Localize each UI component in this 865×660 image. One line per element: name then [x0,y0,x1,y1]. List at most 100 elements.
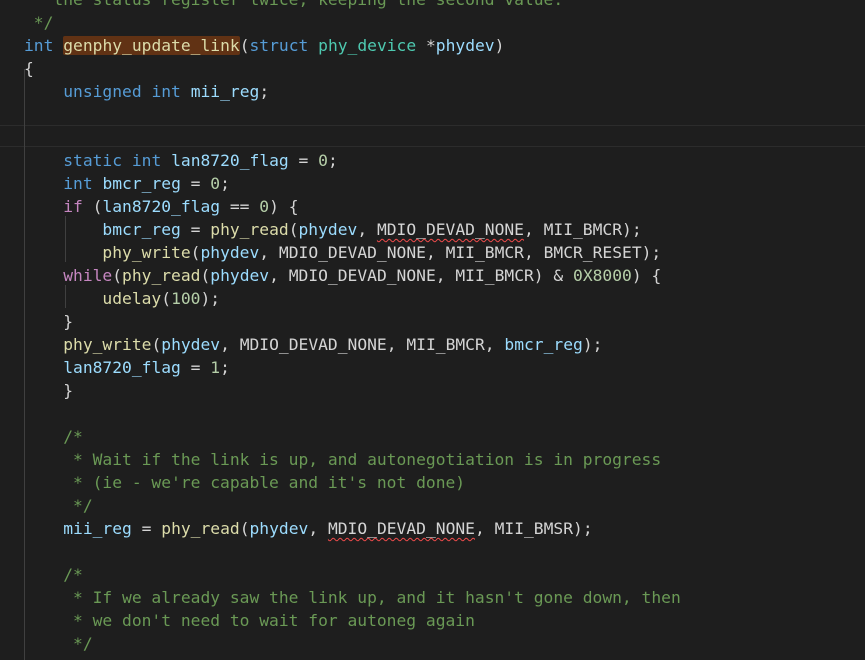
code-line[interactable]: bmcr_reg = phy_read(phydev, MDIO_DEVAD_N… [24,218,641,241]
code-line[interactable]: */ [24,11,54,34]
code-token: == [220,197,260,216]
code-token: * Wait if the link is up, and autonegoti… [24,450,662,469]
code-token: ); [641,243,662,262]
code-token: * If we already saw the link up, and it … [24,588,681,607]
code-token: , [484,335,505,354]
code-token: ( [239,519,250,538]
code-token: MII_BMSR [494,519,574,538]
code-line[interactable]: { [24,57,34,80]
code-line[interactable]: while(phy_read(phydev, MDIO_DEVAD_NONE, … [24,264,661,287]
code-token: int [151,82,181,101]
code-token: ; [259,82,270,101]
code-token: ( [112,266,123,285]
code-token: , [259,243,279,262]
code-token: static [63,151,123,170]
code-line[interactable]: the status register twice, keeping the s… [24,0,563,11]
code-line[interactable]: phy_write(phydev, MDIO_DEVAD_NONE, MII_B… [24,241,661,264]
code-token: = [180,358,211,377]
code-token: * (ie - we're capable and it's not done) [24,473,466,492]
code-token: udelay [102,289,162,308]
code-line[interactable]: /* [24,425,83,448]
code-token: MII_BMCR [406,335,485,354]
code-token: 1 [210,358,221,377]
code-token: phy_write [102,243,191,262]
code-token: */ [24,13,54,32]
code-line[interactable]: * Wait if the link is up, and autonegoti… [24,448,661,471]
code-token: bmcr_reg [102,220,181,239]
code-line[interactable]: * If we already saw the link up, and it … [24,586,681,609]
code-line[interactable]: * we don't need to wait for autoneg agai… [24,609,475,632]
code-line[interactable]: udelay(100); [24,287,220,310]
code-token: phydev [435,36,495,55]
code-token: , [357,220,377,239]
code-line[interactable]: int bmcr_reg = 0; [24,172,230,195]
code-token: ) { [631,266,662,285]
code-token: int [24,36,54,55]
code-token: ; [220,174,230,193]
code-line[interactable]: int genphy_update_link(struct phy_device… [24,34,504,57]
code-line[interactable]: } [24,310,73,333]
code-token: 0 [210,174,221,193]
code-token: } [24,381,74,400]
code-line[interactable]: if (phydev->link && mii_reg & BMSR_LSTAT… [24,655,485,660]
code-line[interactable]: */ [24,632,93,655]
code-token: , [523,243,544,262]
code-token: ); [200,289,221,308]
current-line-highlight [0,125,865,147]
code-line[interactable]: phy_write(phydev, MDIO_DEVAD_NONE, MII_B… [24,333,602,356]
code-token: MII_BMCR [445,243,524,262]
code-line[interactable]: lan8720_flag = 1; [24,356,230,379]
code-token: MII_BMCR [543,220,623,239]
code-token: 100 [171,289,201,308]
error-squiggle-token: MDIO_DEVAD_NONE [376,220,524,239]
code-token: , [523,220,544,239]
code-line[interactable]: /* [24,563,83,586]
code-token: phydev [210,266,270,285]
code-token: int [63,174,93,193]
code-token: if [63,197,83,216]
code-token: ( [161,289,172,308]
code-line[interactable]: */ [24,494,93,517]
code-line[interactable]: mii_reg = phy_read(phydev, MDIO_DEVAD_NO… [24,517,592,540]
code-editor[interactable]: the status register twice, keeping the s… [0,0,865,660]
code-token: phy_read [122,266,201,285]
code-line[interactable]: unsigned int mii_reg; [24,80,269,103]
code-token: ; [220,358,230,377]
code-token: mii_reg [190,82,260,101]
code-token: , [435,266,456,285]
code-token: ( [239,36,250,55]
code-token: lan8720_flag [63,358,181,377]
code-token: , [425,243,446,262]
code-line[interactable]: static int lan8720_flag = 0; [24,149,338,172]
code-token: ) [494,36,505,55]
code-token: = [180,220,211,239]
code-line[interactable]: } [24,379,73,402]
code-token: MDIO_DEVAD_NONE [278,243,426,262]
code-line[interactable]: * (ie - we're capable and it's not done) [24,471,465,494]
code-token: phy_read [161,519,240,538]
code-token: */ [24,634,93,653]
code-token: , [386,335,407,354]
code-token: unsigned [63,82,142,101]
code-token: phy_read [210,220,289,239]
code-token: MII_BMCR [455,266,534,285]
code-token: MDIO_DEVAD_NONE [239,335,387,354]
code-token: phy_device [318,36,417,55]
code-token: bmcr_reg [102,174,181,193]
code-token: ( [288,220,299,239]
code-token: ); [582,335,603,354]
code-token: , [220,335,240,354]
code-line[interactable]: if (lan8720_flag == 0) { [24,195,298,218]
